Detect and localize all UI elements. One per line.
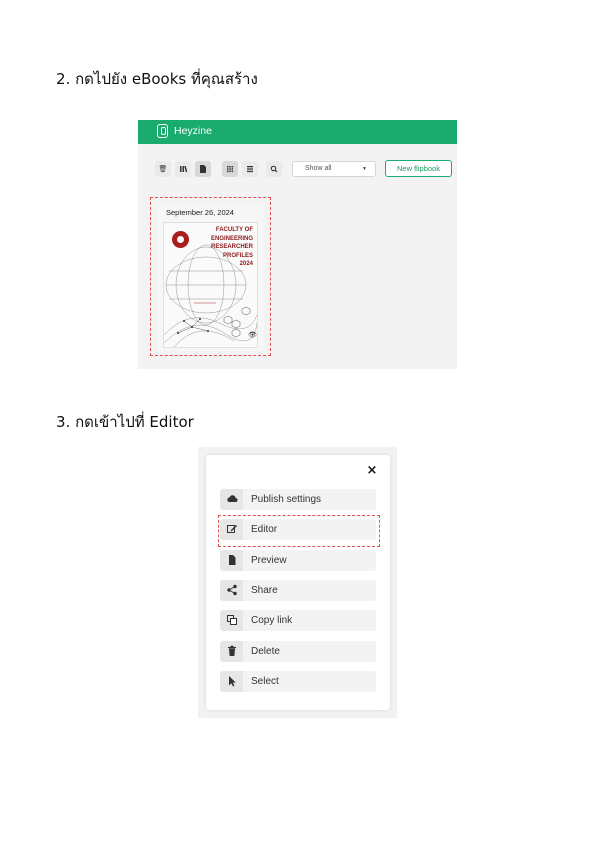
heyzine-logo-icon: [157, 124, 168, 138]
new-flipbook-button[interactable]: New flipbook: [385, 160, 452, 177]
share-icon: [220, 580, 243, 601]
menu-item-share[interactable]: Share: [220, 580, 376, 601]
filter-selected-label: Show all: [305, 165, 332, 172]
eye-icon[interactable]: 👁: [248, 331, 257, 339]
flipbook-date: September 26, 2024: [166, 208, 234, 217]
menu-item-label: Publish settings: [251, 494, 322, 505]
cloud-icon: [220, 489, 243, 510]
step-2-heading: 2. กดไปยัง eBooks ที่คุณสร้าง: [56, 70, 258, 88]
menu-item-label: Copy link: [251, 615, 293, 626]
flipbook-cover[interactable]: FACULTY OF ENGINEERING RESEARCHER PROFIL…: [163, 222, 258, 348]
chevron-down-icon: ▼: [362, 166, 367, 172]
trash-icon: [220, 641, 243, 662]
heyzine-library-screenshot: Heyzine 🗑 Show all ▼ New flipbook Septem…: [138, 120, 457, 369]
flipbook-options-menu: × Publish settings Editor Preview Share: [206, 455, 390, 710]
heyzine-brand-name: Heyzine: [174, 125, 212, 137]
cover-title: FACULTY OF ENGINEERING RESEARCHER PROFIL…: [210, 227, 253, 268]
university-seal-icon: [172, 231, 189, 248]
menu-item-copy-link[interactable]: Copy link: [220, 610, 376, 631]
step-3-heading: 3. กดเข้าไปที่ Editor: [56, 413, 194, 431]
menu-item-label: Share: [251, 585, 278, 596]
trash-icon[interactable]: 🗑: [155, 161, 171, 177]
cursor-icon: [220, 671, 243, 692]
menu-item-label: Delete: [251, 646, 280, 657]
list-icon[interactable]: [242, 161, 258, 177]
menu-item-publish-settings[interactable]: Publish settings: [220, 489, 376, 510]
document-icon[interactable]: [195, 161, 211, 177]
menu-item-delete[interactable]: Delete: [220, 641, 376, 662]
menu-item-label: Select: [251, 676, 279, 687]
close-icon[interactable]: ×: [365, 464, 379, 478]
flipbook-card[interactable]: September 26, 2024 FACULTY OF ENGINEERIN…: [158, 203, 264, 351]
library-icon[interactable]: [175, 161, 191, 177]
document-icon: [220, 550, 243, 571]
flipbook-menu-screenshot: × Publish settings Editor Preview Share: [198, 447, 397, 718]
menu-item-label: Preview: [251, 555, 287, 566]
menu-item-preview[interactable]: Preview: [220, 550, 376, 571]
filter-select[interactable]: Show all ▼: [292, 161, 376, 177]
highlight-box: [218, 515, 380, 547]
heyzine-top-bar: Heyzine: [138, 120, 457, 144]
search-icon[interactable]: [266, 161, 282, 177]
grid-icon[interactable]: [222, 161, 238, 177]
copy-icon: [220, 610, 243, 631]
menu-item-select[interactable]: Select: [220, 671, 376, 692]
